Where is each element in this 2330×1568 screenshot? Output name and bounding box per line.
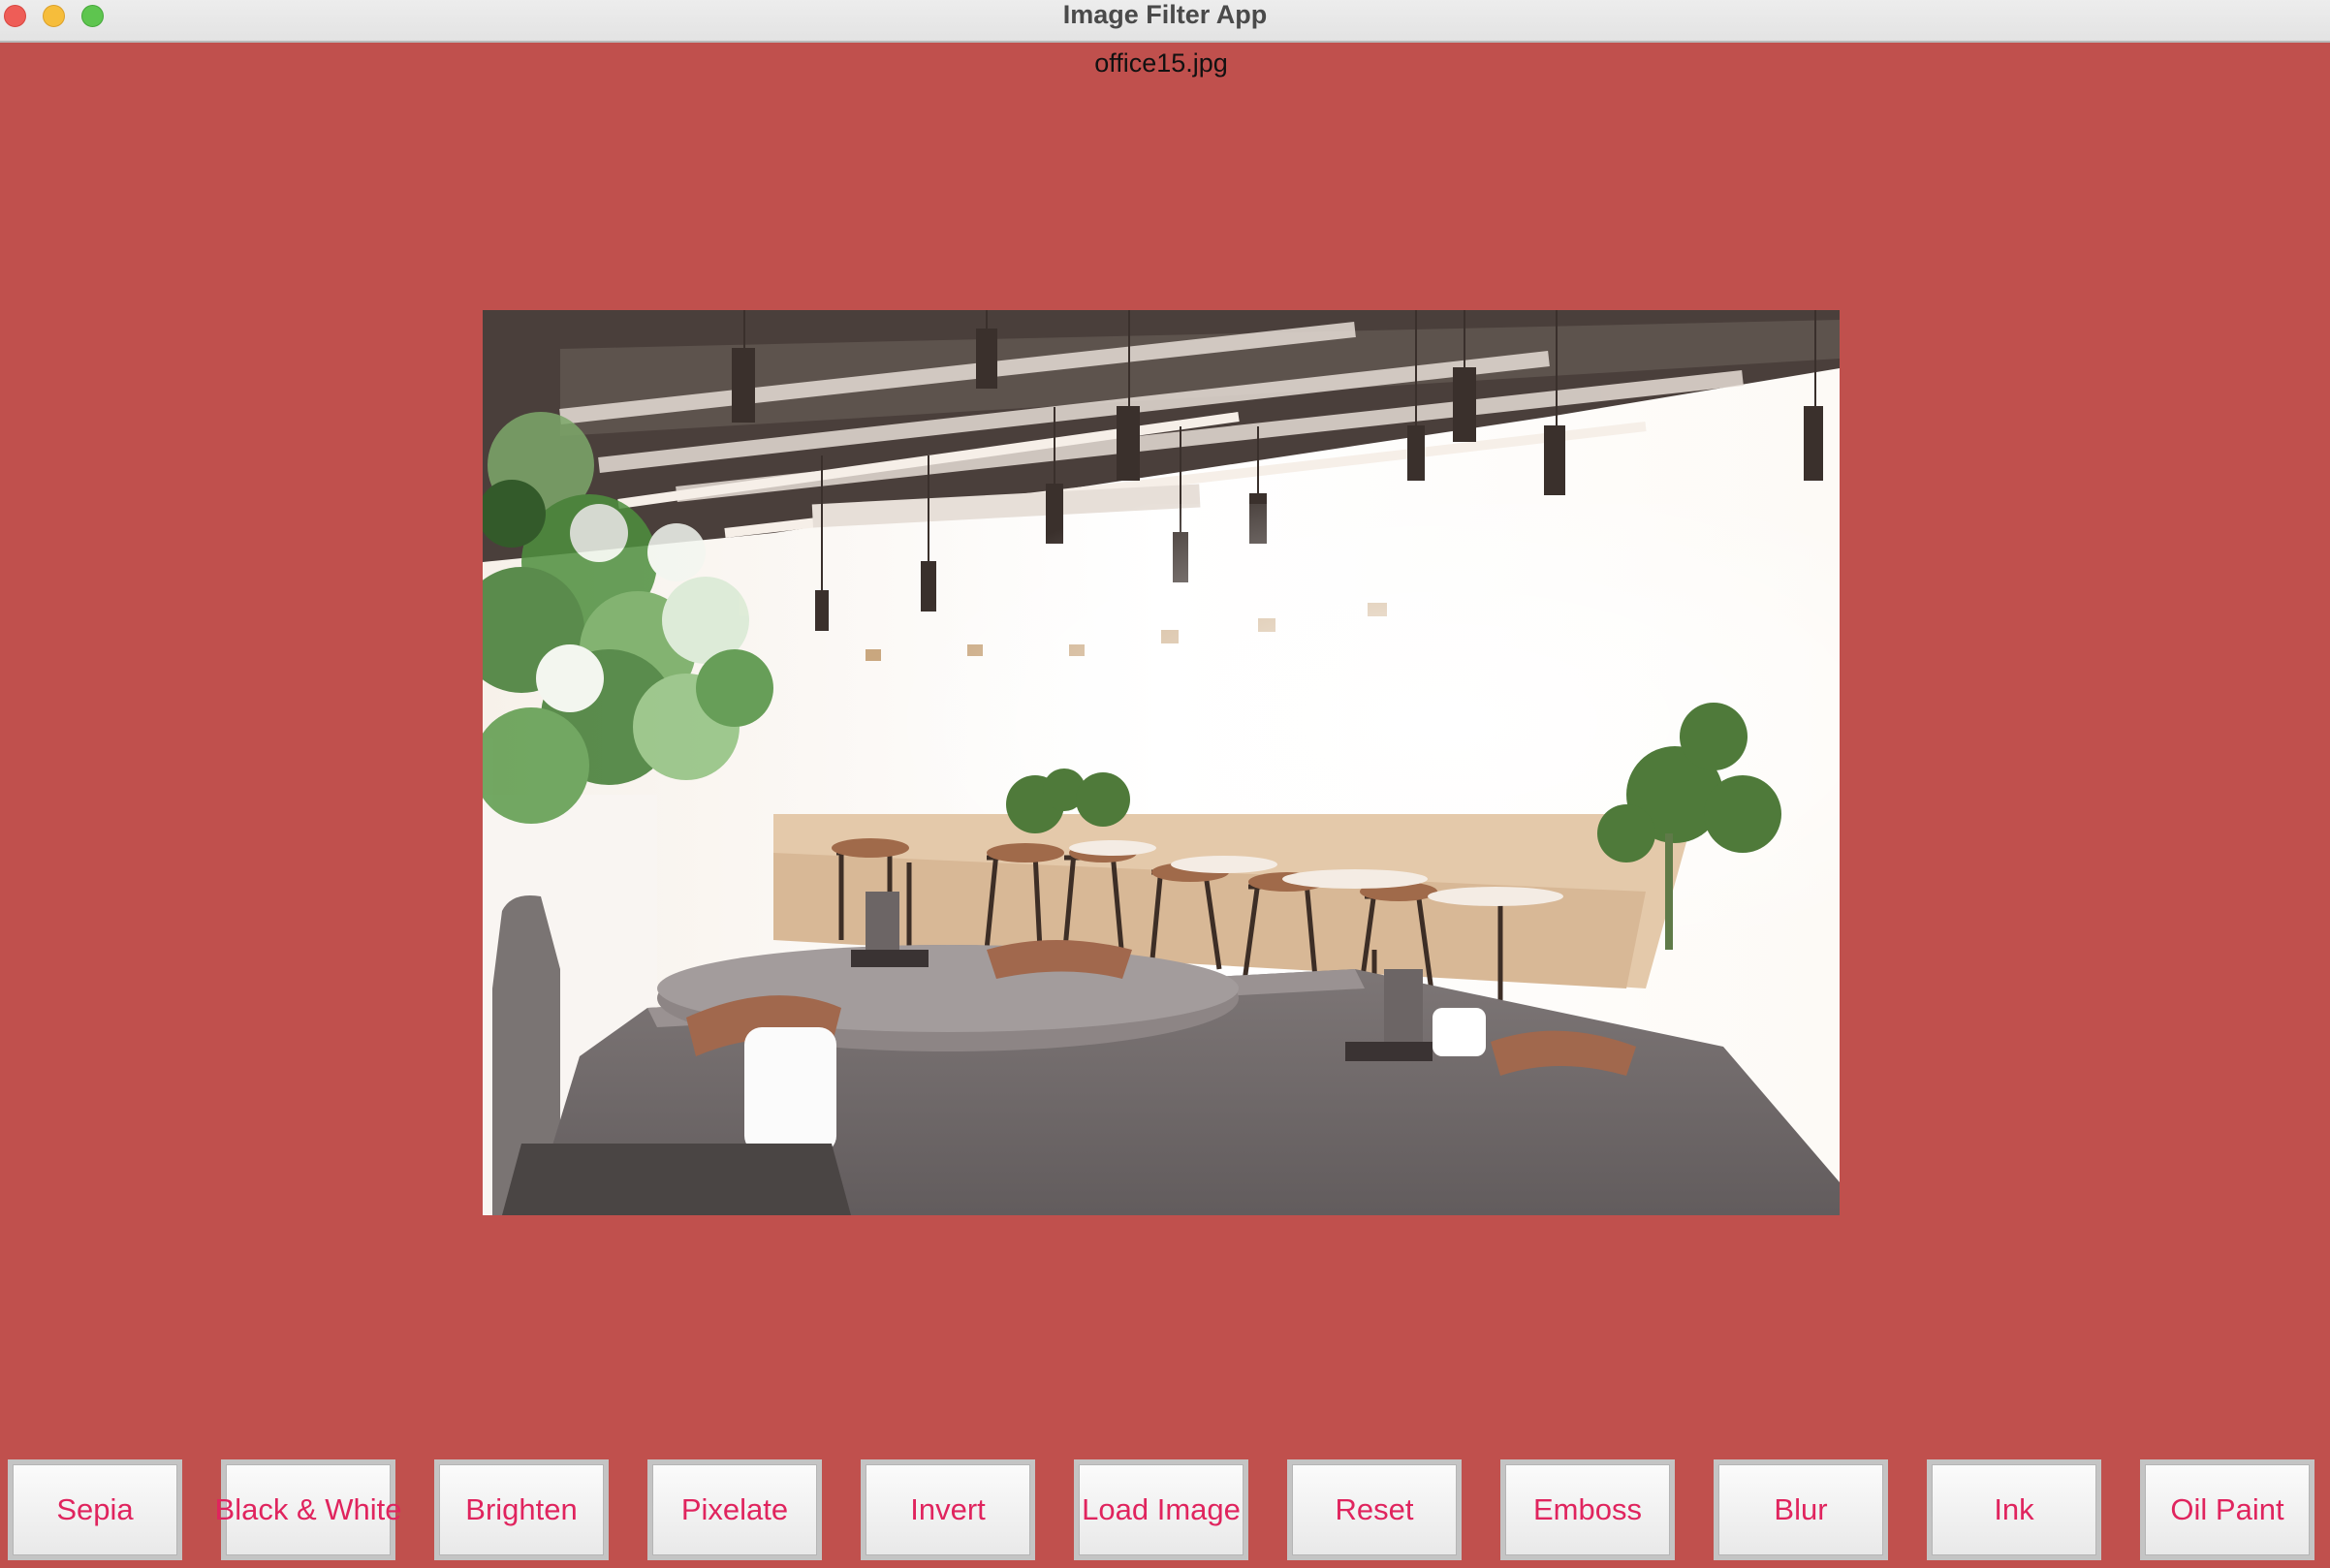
title-bar[interactable]: Image Filter App (0, 0, 2330, 43)
ink-button[interactable]: Ink (1927, 1459, 2101, 1560)
pixelate-button[interactable]: Pixelate (647, 1459, 822, 1560)
sepia-button[interactable]: Sepia (8, 1459, 182, 1560)
pixelate-button-label: Pixelate (652, 1464, 817, 1555)
image-preview (483, 310, 1840, 1215)
invert-button-label: Invert (866, 1464, 1030, 1555)
image-filename-label: office15.jpg (1094, 48, 1228, 78)
reset-button[interactable]: Reset (1287, 1459, 1462, 1560)
ink-button-label: Ink (1932, 1464, 2096, 1555)
load-image-button[interactable]: Load Image (1074, 1459, 1248, 1560)
sepia-button-label: Sepia (13, 1464, 177, 1555)
invert-button[interactable]: Invert (861, 1459, 1035, 1560)
brighten-button-label: Brighten (439, 1464, 604, 1555)
emboss-button[interactable]: Emboss (1500, 1459, 1675, 1560)
oil-paint-button[interactable]: Oil Paint (2140, 1459, 2314, 1560)
blur-button[interactable]: Blur (1714, 1459, 1888, 1560)
oil-paint-button-label: Oil Paint (2145, 1464, 2310, 1555)
reset-button-label: Reset (1292, 1464, 1457, 1555)
emboss-button-label: Emboss (1505, 1464, 1670, 1555)
blur-button-label: Blur (1718, 1464, 1883, 1555)
filter-toolbar: Sepia Black & White Brighten Pixelate In… (0, 1459, 2330, 1568)
load-image-button-label: Load Image (1079, 1464, 1244, 1555)
app-window: Image Filter App office15.jpg Sepia Blac… (0, 0, 2330, 1568)
brighten-button[interactable]: Brighten (434, 1459, 609, 1560)
window-title: Image Filter App (1062, 0, 1268, 29)
black-and-white-button-label: Black & White (215, 1464, 401, 1555)
black-and-white-button[interactable]: Black & White (215, 1459, 401, 1560)
